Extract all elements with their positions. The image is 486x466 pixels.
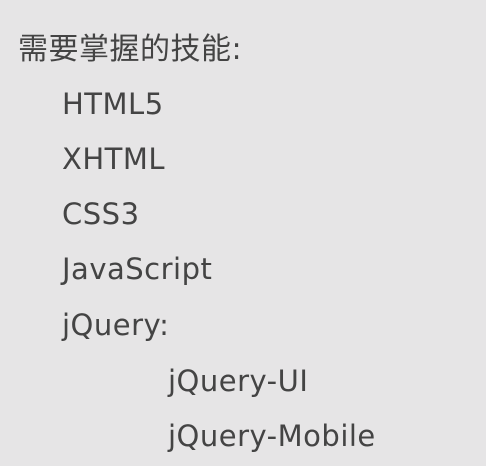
skill-item: CSS3 (62, 197, 140, 231)
skill-item: HTML5 (62, 87, 164, 121)
sub-skill-item: jQuery-UI (168, 364, 309, 398)
skill-item: JavaScript (62, 252, 213, 286)
sub-skill-item: jQuery-Mobile (168, 419, 376, 453)
skills-heading: 需要掌握的技能: (18, 32, 243, 67)
skill-item: jQuery: (62, 308, 170, 342)
skill-item: XHTML (62, 142, 166, 176)
